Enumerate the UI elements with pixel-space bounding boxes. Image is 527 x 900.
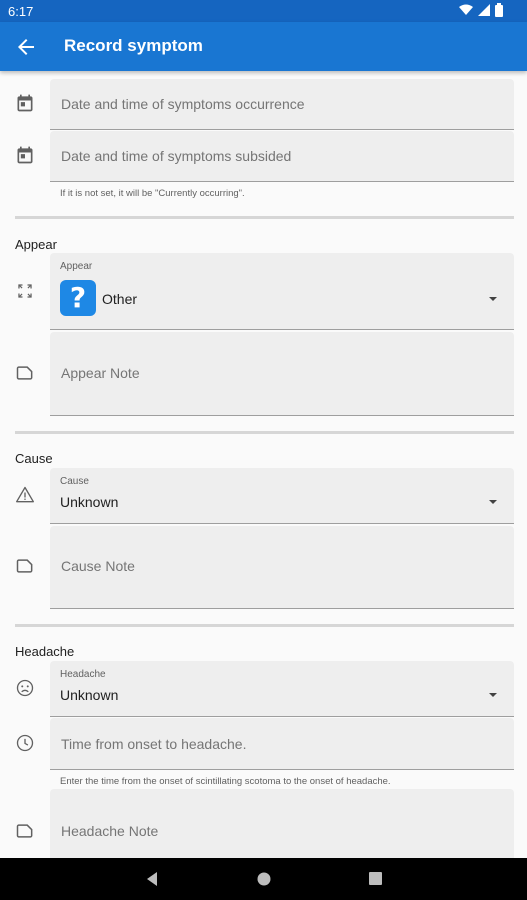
- occurrence-placeholder: Date and time of symptoms occurrence: [61, 96, 305, 112]
- headache-time-helper-text: Enter the time from the onset of scintil…: [60, 776, 391, 787]
- headache-select-label: Headache: [60, 669, 106, 680]
- headache-time-field[interactable]: Time from onset to headache.: [50, 718, 514, 770]
- divider: [15, 624, 514, 627]
- navigation-bar: [0, 858, 527, 900]
- section-headache-title: Headache: [15, 644, 75, 659]
- headache-note-placeholder: Headache Note: [61, 823, 159, 839]
- status-bar: 6:17: [0, 0, 527, 22]
- cause-select-value: Unknown: [60, 494, 119, 510]
- appear-select[interactable]: Appear ? Other: [50, 253, 514, 330]
- page-title: Record symptom: [64, 36, 203, 55]
- cause-select-label: Cause: [60, 476, 89, 487]
- arrow-back-icon[interactable]: [14, 35, 38, 59]
- nav-back-icon[interactable]: [145, 871, 159, 887]
- nav-recents-icon[interactable]: [369, 872, 382, 885]
- headache-select-value: Unknown: [60, 687, 119, 703]
- appear-select-label: Appear: [60, 261, 93, 272]
- appear-note-field[interactable]: Appear Note: [50, 332, 514, 416]
- note-icon: [16, 824, 33, 838]
- headache-select[interactable]: Headache Unknown: [50, 661, 514, 717]
- clock-icon: [16, 734, 34, 752]
- signal-icon: [478, 4, 490, 16]
- subsided-helper-text: If it is not set, it will be "Currently …: [60, 188, 245, 199]
- sad-face-icon: [16, 679, 34, 697]
- divider: [15, 216, 514, 219]
- cause-note-field[interactable]: Cause Note: [50, 526, 514, 609]
- dropdown-arrow-icon: [489, 297, 497, 301]
- status-time: 6:17: [8, 4, 34, 19]
- system-icons: [459, 3, 503, 17]
- cause-note-placeholder: Cause Note: [61, 558, 135, 574]
- subsided-datetime-field[interactable]: Date and time of symptoms subsided: [50, 131, 514, 182]
- note-icon: [16, 366, 33, 380]
- form-content: Date and time of symptoms occurrence Dat…: [0, 71, 527, 858]
- expand-icon: [18, 284, 32, 298]
- calendar-icon: [17, 146, 33, 164]
- nav-home-icon[interactable]: [257, 872, 271, 886]
- calendar-icon: [17, 94, 33, 112]
- appear-note-placeholder: Appear Note: [61, 365, 140, 381]
- occurrence-datetime-field[interactable]: Date and time of symptoms occurrence: [50, 79, 514, 130]
- headache-time-placeholder: Time from onset to headache.: [61, 736, 247, 752]
- headache-note-field[interactable]: Headache Note: [50, 789, 514, 858]
- divider: [15, 431, 514, 434]
- cause-select[interactable]: Cause Unknown: [50, 468, 514, 524]
- section-cause-title: Cause: [15, 451, 53, 466]
- battery-icon: [495, 3, 503, 17]
- question-mark-icon: ?: [60, 280, 96, 316]
- appear-select-value: Other: [102, 291, 138, 307]
- subsided-placeholder: Date and time of symptoms subsided: [61, 148, 292, 164]
- wifi-icon: [459, 4, 473, 15]
- dropdown-arrow-icon: [489, 693, 497, 697]
- note-icon: [16, 559, 33, 573]
- warning-icon: [16, 486, 34, 503]
- app-bar: Record symptom: [0, 22, 527, 71]
- dropdown-arrow-icon: [489, 500, 497, 504]
- section-appear-title: Appear: [15, 237, 57, 252]
